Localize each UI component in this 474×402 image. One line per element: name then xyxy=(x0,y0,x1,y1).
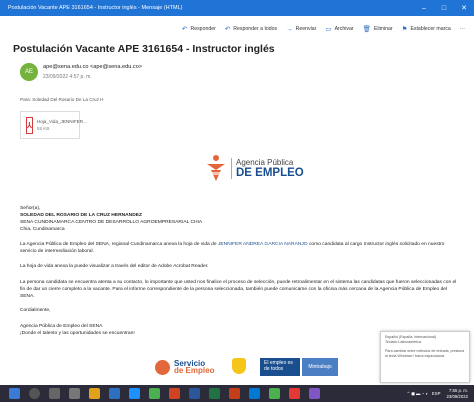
clock-date: 23/09/2022 xyxy=(446,393,468,399)
p1-text-a: La Agencia Pública de Empleo del SENA, r… xyxy=(20,242,218,247)
archive-button[interactable]: ▭ Archivar xyxy=(325,25,353,33)
servicio-empleo-icon xyxy=(155,359,170,375)
toast-line3: Para cambiar entre métodos de entrada, p… xyxy=(385,349,465,358)
powerpoint-icon[interactable] xyxy=(229,388,240,399)
logo-line1: Agencia Pública xyxy=(236,157,294,167)
recipient-city: Chia, Cundinamarca xyxy=(20,227,65,232)
office-icon[interactable] xyxy=(169,388,180,399)
app-icon[interactable] xyxy=(269,388,280,399)
window-title: Postulación Vacante APE 3161654 - Instru… xyxy=(8,5,183,11)
toast-line2: Teclado Latinoamérica xyxy=(385,340,421,344)
flag-button[interactable]: ⚑ Establecer marca xyxy=(402,25,451,33)
colombia-crest-icon xyxy=(232,358,246,374)
task-view-icon[interactable] xyxy=(69,388,80,399)
tray-icons[interactable]: ⌃ ◼ ▬ ◔ ◖ xyxy=(406,391,427,397)
attachment-name: Hoja_Vida_JENNIFER... xyxy=(36,119,87,124)
delete-button[interactable]: 🗑 Eliminar xyxy=(363,25,393,33)
forward-icon: → xyxy=(286,25,293,33)
reply-all-label: Responder a todos xyxy=(233,26,278,32)
reply-all-button[interactable]: ↶ Responder a todos xyxy=(225,25,277,33)
archive-icon: ▭ xyxy=(325,26,332,33)
acrobat-icon[interactable] xyxy=(289,388,300,399)
teams-icon[interactable] xyxy=(309,388,320,399)
paragraph-1: La Agencia Pública de Empleo del SENA, r… xyxy=(20,241,460,255)
outlook-icon[interactable] xyxy=(249,388,260,399)
closing: Cordialmente, xyxy=(20,308,51,313)
forward-button[interactable]: → Reenviar xyxy=(286,26,316,33)
reply-label: Responder xyxy=(190,26,216,32)
chrome-icon[interactable] xyxy=(149,388,160,399)
taskbar xyxy=(0,385,474,402)
attachment-size: 55 KB xyxy=(36,126,50,131)
empleo-de-todos-box: El empleo es de todos xyxy=(260,358,300,376)
avatar[interactable]: AE xyxy=(20,63,38,81)
forward-label: Reenviar xyxy=(295,26,317,32)
excel-icon[interactable] xyxy=(209,388,220,399)
clock[interactable]: 7:55 p. m. 23/09/2022 xyxy=(446,388,468,399)
message-toolbar: ↶ Responder ↶ Responder a todos → Reenviar … xyxy=(0,22,474,36)
attachment[interactable]: ⅄ Hoja_Vida_JENNIFER... 55 KB xyxy=(20,111,87,139)
paragraph-3: La persona candidata se encuentra atenta… xyxy=(20,280,457,300)
reply-button[interactable]: ↶ Responder xyxy=(182,25,216,33)
pdf-icon: ⅄ xyxy=(26,116,33,134)
minimize-button[interactable]: – xyxy=(414,5,434,12)
mintrabajo-box: Mintrabajo xyxy=(302,358,338,376)
agencia-logo: Agencia Pública DE EMPLEO xyxy=(205,152,304,184)
cortana-icon[interactable] xyxy=(49,388,60,399)
reply-icon: ↶ xyxy=(182,26,188,33)
edge-icon[interactable] xyxy=(129,388,140,399)
file-explorer-icon[interactable] xyxy=(89,388,100,399)
more-button[interactable]: ··· xyxy=(460,26,465,32)
delete-label: Eliminar xyxy=(373,26,393,32)
candidate-name: JENNIFER ANDREA GARCIA NARANJO xyxy=(217,242,308,247)
flag-icon: ⚑ xyxy=(401,26,408,33)
recipient-line: Para: Soledad Del Rosario De La Cruz H xyxy=(20,97,104,102)
reply-all-icon: ↶ xyxy=(224,26,231,33)
title-bar: Postulación Vacante APE 3161654 - Instru… xyxy=(0,0,474,16)
logo-line2: DE EMPLEO xyxy=(236,166,304,179)
word-icon[interactable] xyxy=(189,388,200,399)
close-button[interactable]: ✕ xyxy=(454,4,474,12)
search-icon[interactable] xyxy=(29,388,40,399)
sena-logo-icon xyxy=(207,155,225,181)
language-toast[interactable]: Español (España, internacional) Teclado … xyxy=(380,331,470,383)
message-subject: Postulación Vacante APE 3161654 - Instru… xyxy=(13,43,275,55)
servicio-line2: de Empleo xyxy=(174,366,215,375)
mail-icon[interactable] xyxy=(109,388,120,399)
archive-label: Archivar xyxy=(334,26,354,32)
maximize-button[interactable]: □ xyxy=(434,5,454,12)
system-tray: ⌃ ◼ ▬ ◔ ◖ ESP 7:55 p. m. 23/09/2022 xyxy=(406,385,468,402)
start-windows-icon[interactable] xyxy=(9,388,20,399)
message-date: 23/09/2022 4:57 p. m. xyxy=(43,74,92,80)
trash-icon: 🗑 xyxy=(362,26,371,33)
paragraph-2: La hoja de vida anexa la puede visualiza… xyxy=(20,264,209,269)
clock-time: 7:55 p. m. xyxy=(448,387,468,393)
input-language[interactable]: ESP xyxy=(432,391,441,396)
servicio-empleo-logo: Servicio de Empleo xyxy=(155,356,215,378)
footer-banner: Servicio de Empleo El empleo es de todos … xyxy=(150,356,338,378)
sender-address[interactable]: ape@sena.edu.co <ape@sena.edu.co> xyxy=(43,64,142,70)
flag-label: Establecer marca xyxy=(410,26,451,32)
